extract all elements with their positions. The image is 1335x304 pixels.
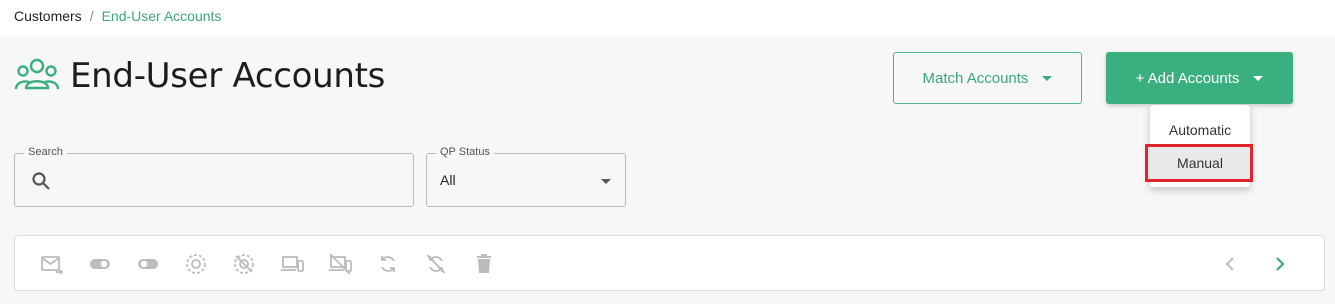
title-row: End-User Accounts xyxy=(14,56,385,96)
search-field[interactable]: Search xyxy=(14,146,414,207)
deactivate-icon[interactable] xyxy=(231,251,257,277)
toggle-off-icon[interactable] xyxy=(135,251,161,277)
qp-status-select[interactable]: QP Status All xyxy=(426,146,626,207)
add-accounts-label: + Add Accounts xyxy=(1135,69,1240,87)
caret-down-icon xyxy=(601,179,611,184)
search-input[interactable] xyxy=(65,168,395,194)
breadcrumb: Customers / End-User Accounts xyxy=(14,8,221,24)
devices-icon[interactable] xyxy=(279,251,305,277)
sync-icon[interactable] xyxy=(375,251,401,277)
add-accounts-menu: Automatic Manual xyxy=(1150,105,1250,187)
breadcrumb-customers[interactable]: Customers xyxy=(14,8,82,24)
caret-down-icon xyxy=(1042,75,1053,81)
chevron-left-icon[interactable] xyxy=(1218,251,1244,277)
caret-down-icon xyxy=(1253,75,1264,81)
mail-forward-icon[interactable] xyxy=(39,251,65,277)
sync-disabled-icon[interactable] xyxy=(423,251,449,277)
activate-icon[interactable] xyxy=(183,251,209,277)
users-group-icon xyxy=(14,58,60,90)
action-toolbar xyxy=(14,235,1325,291)
page-title: End-User Accounts xyxy=(70,56,386,96)
match-accounts-label: Match Accounts xyxy=(922,69,1029,87)
search-icon xyxy=(32,172,50,190)
breadcrumb-separator: / xyxy=(89,8,94,24)
breadcrumb-current: End-User Accounts xyxy=(101,8,222,24)
chevron-right-icon[interactable] xyxy=(1266,251,1292,277)
breadcrumb-bar: Customers / End-User Accounts xyxy=(0,0,1335,36)
qp-status-value: All xyxy=(440,172,456,188)
delete-icon[interactable] xyxy=(471,251,497,277)
devices-off-icon[interactable] xyxy=(327,251,353,277)
search-label: Search xyxy=(24,146,67,158)
menu-item-automatic[interactable]: Automatic xyxy=(1150,113,1250,146)
toggle-on-icon[interactable] xyxy=(87,251,113,277)
add-accounts-button[interactable]: + Add Accounts xyxy=(1106,52,1293,104)
menu-item-manual[interactable]: Manual xyxy=(1150,146,1250,179)
qp-status-label: QP Status xyxy=(436,146,494,158)
match-accounts-button[interactable]: Match Accounts xyxy=(893,52,1082,104)
